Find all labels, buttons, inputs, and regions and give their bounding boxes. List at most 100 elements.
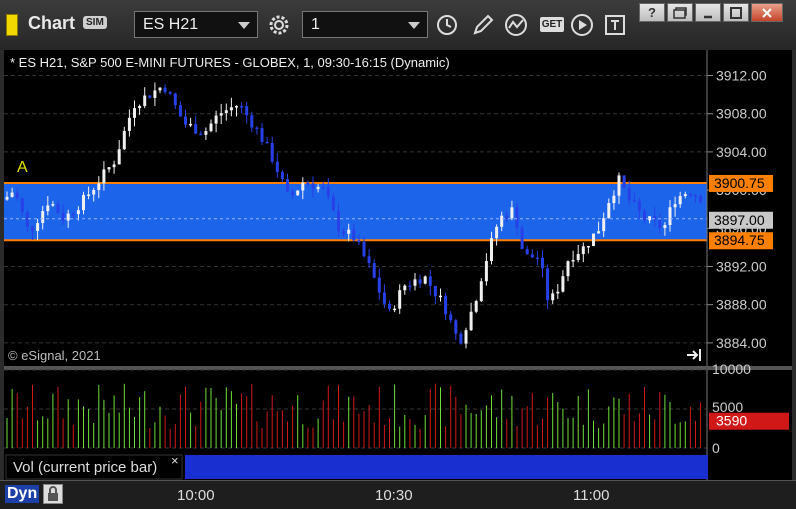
candle-body [428,276,432,286]
candle-body [479,281,483,302]
candle-body [367,256,371,264]
candle-body [46,205,50,212]
candle-body [510,207,514,219]
candle-body [592,233,595,246]
candle-body [484,261,488,282]
settings-button[interactable] [265,11,293,38]
play-button[interactable] [568,11,596,38]
lock-icon [48,486,58,501]
candle-body [561,276,565,292]
candle-body [382,292,386,304]
candle-body [505,215,509,219]
candle-body [15,192,19,199]
lock-button[interactable] [43,484,63,504]
time-button[interactable] [433,11,461,38]
volume-study-close-button[interactable]: × [171,453,179,468]
candle-body [556,291,560,294]
price-tick: 3904.00 [716,144,767,160]
candle-body [469,311,473,331]
volume-current-label: 3590 [716,413,747,429]
candle-body [127,117,131,131]
pane-divider[interactable] [4,366,792,370]
candle-body [683,194,687,197]
interval-dropdown[interactable]: 1 [302,11,428,38]
candle-body [306,182,310,185]
drag-grip[interactable] [6,14,18,36]
minimize-button[interactable] [695,3,721,22]
price-axis[interactable] [707,50,792,368]
candle-body [61,212,65,221]
candle-body [148,95,152,98]
chart-header: * ES H21, S&P 500 E-MINI FUTURES - GLOBE… [10,55,450,70]
candle-body [209,123,213,132]
candle-body [194,123,198,134]
candle-body [663,225,667,229]
candle-body [51,204,55,206]
candle-body [607,203,611,218]
candle-body [219,113,223,116]
draw-button[interactable] [469,11,497,38]
band-low-label: 3894.75 [714,232,765,248]
candle-body [632,199,636,202]
maximize-icon [730,6,742,19]
candle-body [423,276,427,284]
interval-value: 1 [311,16,320,33]
price-band [4,182,707,241]
candle-body [158,87,162,91]
studies-button[interactable] [502,11,530,38]
candle-body [586,245,590,248]
candle-body [87,194,91,196]
candle-body [76,210,80,215]
price-tick: 3912.00 [716,68,767,84]
candle-body [668,207,672,226]
time-axis[interactable]: Dyn 10:00 10:30 11:00 [0,480,796,509]
question-icon: ? [648,5,656,20]
clock-icon [437,14,457,35]
symbol-value: ES H21 [143,16,199,33]
price-chart[interactable]: * ES H21, S&P 500 E-MINI FUTURES - GLOBE… [4,50,792,480]
candle-body [326,187,330,197]
candle-body [643,210,646,221]
dynamic-mode-button[interactable]: Dyn [5,485,40,503]
candle-body [163,87,167,93]
symbol-dropdown[interactable]: ES H21 [134,11,258,38]
copyright: © eSignal, 2021 [8,348,101,363]
candle-body [291,191,295,196]
candle-body [398,290,402,309]
chevron-down-icon [408,22,420,29]
candle-body [235,106,238,108]
close-button[interactable] [751,3,783,22]
help-button[interactable]: ? [639,3,665,22]
candle-body [112,164,116,168]
restore-button[interactable] [667,3,693,22]
candle-body [117,149,121,165]
candle-body [347,229,351,234]
candle-body [229,107,233,111]
candle-body [530,254,534,258]
candle-body [311,183,315,190]
time-label: 10:00 [177,487,215,504]
get-button[interactable]: GET [536,11,568,38]
candle-body [133,108,136,118]
chart-area[interactable]: * ES H21, S&P 500 E-MINI FUTURES - GLOBE… [4,50,792,480]
candle-body [474,301,478,312]
candle-body [403,285,407,291]
candle-body [296,190,300,196]
candle-body [500,215,504,227]
candle-body [321,186,325,189]
candle-body [25,212,29,227]
candle-body [214,115,218,124]
window-title: Chart [28,13,76,33]
price-tick: 3908.00 [716,106,767,122]
candle-body [36,223,40,231]
candle-body [678,196,682,205]
price-tick: 3884.00 [716,335,767,351]
candle-body [10,192,14,197]
volume-study-bar [185,455,708,479]
candle-body [495,226,499,239]
candle-body [97,183,101,191]
time-sales-button[interactable] [601,11,629,38]
candle-body [520,228,524,250]
maximize-button[interactable] [723,3,749,22]
band-high-label: 3900.75 [714,175,765,191]
